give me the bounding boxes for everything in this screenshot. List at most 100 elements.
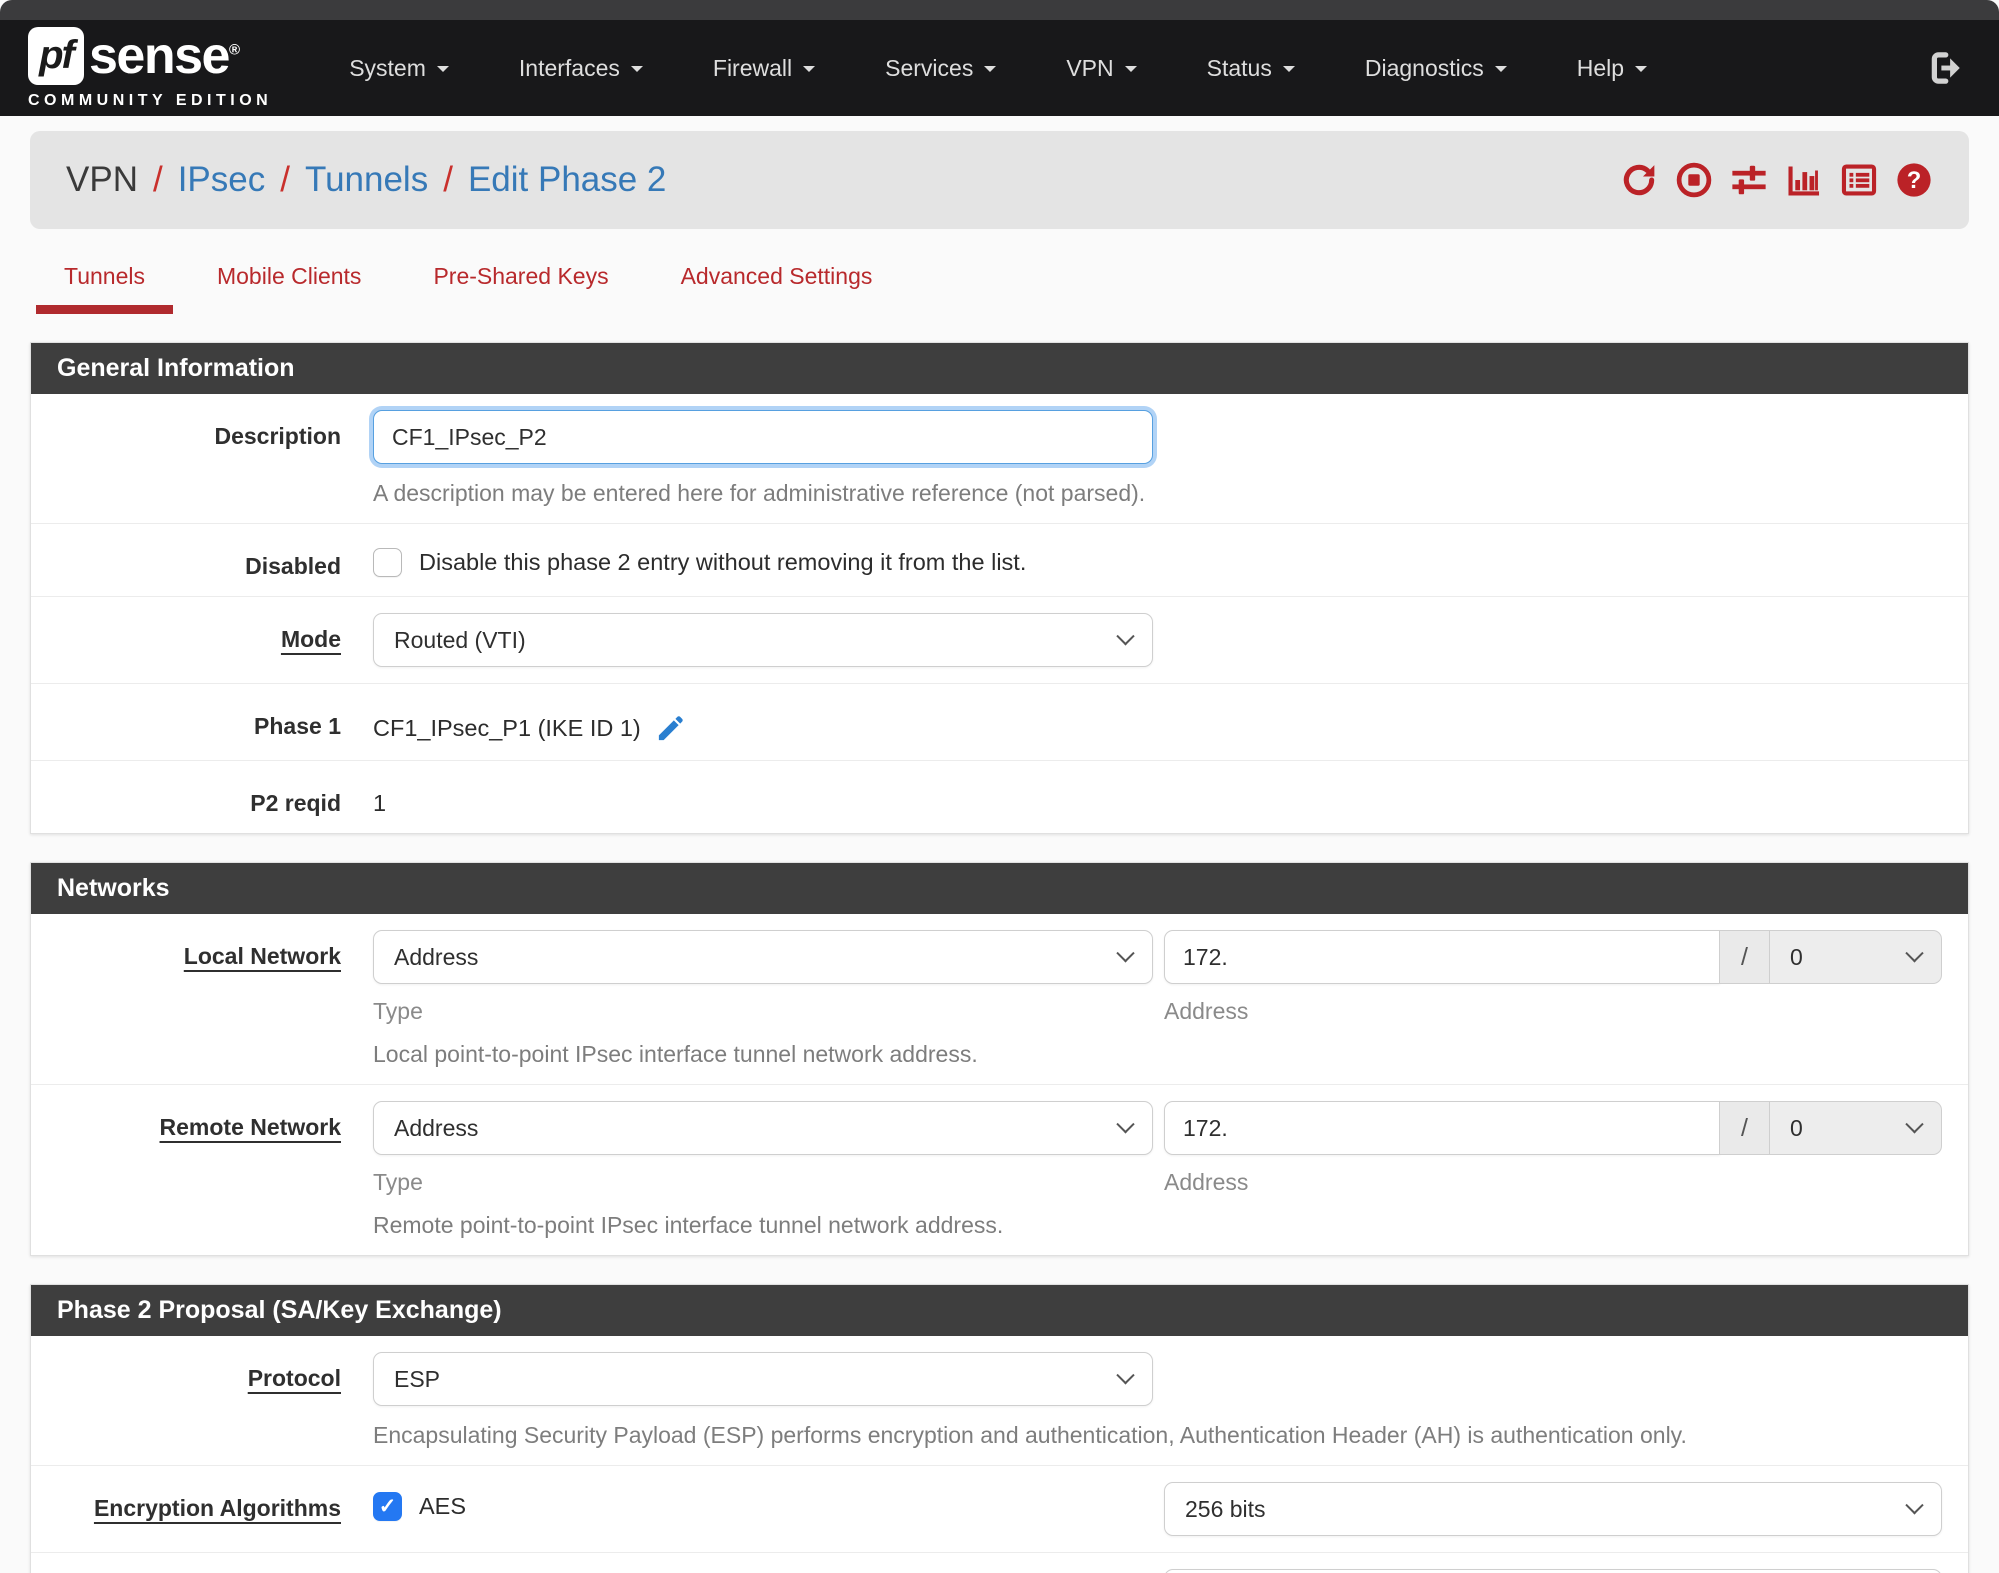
list-icon[interactable] (1840, 161, 1878, 199)
remote-network-label: Remote Network (159, 1114, 341, 1140)
row-mode: Mode Routed (VTI) (31, 597, 1968, 684)
aes-checkbox-label: AES (419, 1493, 467, 1519)
breadcrumb-bar: VPN / IPsec / Tunnels / Edit Phase 2 ? (30, 131, 1969, 229)
remote-address-input[interactable] (1164, 1101, 1720, 1155)
tab-mobile-clients[interactable]: Mobile Clients (217, 263, 361, 314)
phase1-label: Phase 1 (254, 713, 341, 739)
remote-type-caption: Type (373, 1169, 423, 1195)
chevron-down-icon (1905, 1114, 1924, 1133)
mode-select[interactable]: Routed (VTI) (373, 613, 1153, 667)
protocol-label: Protocol (247, 1365, 341, 1391)
chevron-down-icon (1905, 943, 1924, 962)
disabled-checkbox[interactable] (373, 548, 402, 577)
sliders-icon[interactable] (1730, 161, 1768, 199)
protocol-select[interactable]: ESP (373, 1352, 1153, 1406)
tab-tunnels[interactable]: Tunnels (36, 263, 173, 314)
encryption-row2-label-spacer (31, 1569, 373, 1573)
local-address-input[interactable] (1164, 930, 1720, 984)
chevron-down-icon (1494, 65, 1507, 78)
pf-logo-text: pf (39, 33, 75, 77)
slash-addon: / (1720, 1101, 1770, 1155)
bar-chart-icon[interactable] (1785, 161, 1823, 199)
row-local-network: Local Network Address / 0 Type Address L… (31, 914, 1968, 1085)
breadcrumb-separator: / (280, 160, 290, 199)
ipsec-tabs: Tunnels Mobile Clients Pre-Shared Keys A… (30, 263, 1969, 314)
local-mask-select[interactable]: 0 (1770, 930, 1942, 984)
logo-subtitle: COMMUNITY EDITION (28, 91, 273, 109)
panel-general-information: General Information Description A descri… (30, 342, 1969, 834)
nav-item-status[interactable]: Status (1172, 41, 1330, 96)
local-type-select[interactable]: Address (373, 930, 1153, 984)
breadcrumb-separator: / (443, 160, 453, 199)
chevron-down-icon (984, 65, 997, 78)
disabled-checkbox-label: Disable this phase 2 entry without remov… (419, 549, 1027, 575)
local-network-help: Local point-to-point IPsec interface tun… (373, 1041, 978, 1067)
remote-mask-select[interactable]: 0 (1770, 1101, 1942, 1155)
aes-bits-select[interactable]: 256 bits (1164, 1482, 1942, 1536)
nav-item-diagnostics[interactable]: Diagnostics (1330, 41, 1542, 96)
stop-icon[interactable] (1675, 161, 1713, 199)
panel-title: Phase 2 Proposal (SA/Key Exchange) (31, 1285, 1968, 1336)
local-address-caption: Address (1164, 998, 1249, 1024)
chevron-down-icon (1116, 1365, 1135, 1384)
nav-item-services[interactable]: Services (850, 41, 1031, 96)
logout-icon[interactable] (1923, 47, 1971, 89)
nav-item-vpn[interactable]: VPN (1031, 41, 1171, 96)
nav-item-interfaces[interactable]: Interfaces (484, 41, 678, 96)
refresh-icon[interactable] (1620, 161, 1658, 199)
row-remote-network: Remote Network Address / 0 Type Address … (31, 1085, 1968, 1255)
mode-label: Mode (280, 626, 341, 652)
protocol-help: Encapsulating Security Payload (ESP) per… (373, 1422, 1687, 1448)
chevron-down-icon (1116, 943, 1135, 962)
svg-text:?: ? (1907, 167, 1922, 194)
breadcrumb-link-tunnels[interactable]: Tunnels (305, 160, 428, 200)
page-action-icons: ? (1620, 161, 1933, 199)
remote-type-select[interactable]: Address (373, 1101, 1153, 1155)
remote-address-caption: Address (1164, 1169, 1249, 1195)
aes128gcm-bits-select[interactable]: Auto (1164, 1569, 1942, 1573)
panel-title: General Information (31, 343, 1968, 394)
registered-mark: ® (228, 41, 240, 59)
chevron-down-icon (1905, 1495, 1924, 1514)
panel-phase2-proposal: Phase 2 Proposal (SA/Key Exchange) Proto… (30, 1284, 1969, 1573)
row-encryption-aes: Encryption Algorithms AES 256 bits (31, 1466, 1968, 1553)
edit-pencil-icon[interactable] (655, 713, 686, 744)
remote-address-group: / 0 (1164, 1101, 1942, 1155)
chevron-down-icon (803, 65, 816, 78)
chevron-down-icon (1124, 65, 1137, 78)
description-label: Description (214, 423, 341, 449)
aes-checkbox[interactable] (373, 1492, 402, 1521)
slash-addon: / (1720, 930, 1770, 984)
pfsense-logo[interactable]: pf sense® COMMUNITY EDITION (28, 26, 273, 110)
tab-pre-shared-keys[interactable]: Pre-Shared Keys (433, 263, 608, 314)
main-navbar: pf sense® COMMUNITY EDITION System Inter… (0, 20, 1999, 116)
breadcrumb-separator: / (152, 160, 163, 199)
breadcrumb-link-ipsec[interactable]: IPsec (178, 160, 266, 200)
pf-logo-box: pf (28, 26, 84, 85)
row-phase1: Phase 1 CF1_IPsec_P1 (IKE ID 1) (31, 684, 1968, 761)
row-encryption-aes128gcm: AES128-GCM Auto (31, 1553, 1968, 1573)
description-input[interactable] (373, 410, 1153, 464)
chevron-down-icon (630, 65, 643, 78)
window-top-strip (0, 0, 1999, 20)
row-description: Description A description may be entered… (31, 394, 1968, 524)
nav-item-help[interactable]: Help (1542, 41, 1682, 96)
description-help: A description may be entered here for ad… (373, 480, 1146, 506)
chevron-down-icon (1116, 626, 1135, 645)
nav-item-system[interactable]: System (314, 41, 484, 96)
help-icon[interactable]: ? (1895, 161, 1933, 199)
remote-network-help: Remote point-to-point IPsec interface tu… (373, 1212, 1004, 1238)
row-p2reqid: P2 reqid 1 (31, 761, 1968, 833)
sense-logo-text: sense® (89, 26, 240, 85)
nav-item-firewall[interactable]: Firewall (678, 41, 850, 96)
p2reqid-label: P2 reqid (250, 790, 341, 816)
disabled-label: Disabled (245, 553, 341, 579)
panel-title: Networks (31, 863, 1968, 914)
row-disabled: Disabled Disable this phase 2 entry with… (31, 524, 1968, 597)
chevron-down-icon (1635, 65, 1648, 78)
tab-advanced-settings[interactable]: Advanced Settings (681, 263, 873, 314)
row-protocol: Protocol ESP Encapsulating Security Payl… (31, 1336, 1968, 1466)
chevron-down-icon (1116, 1114, 1135, 1133)
breadcrumb-section: VPN (66, 160, 138, 199)
chevron-down-icon (436, 65, 449, 78)
